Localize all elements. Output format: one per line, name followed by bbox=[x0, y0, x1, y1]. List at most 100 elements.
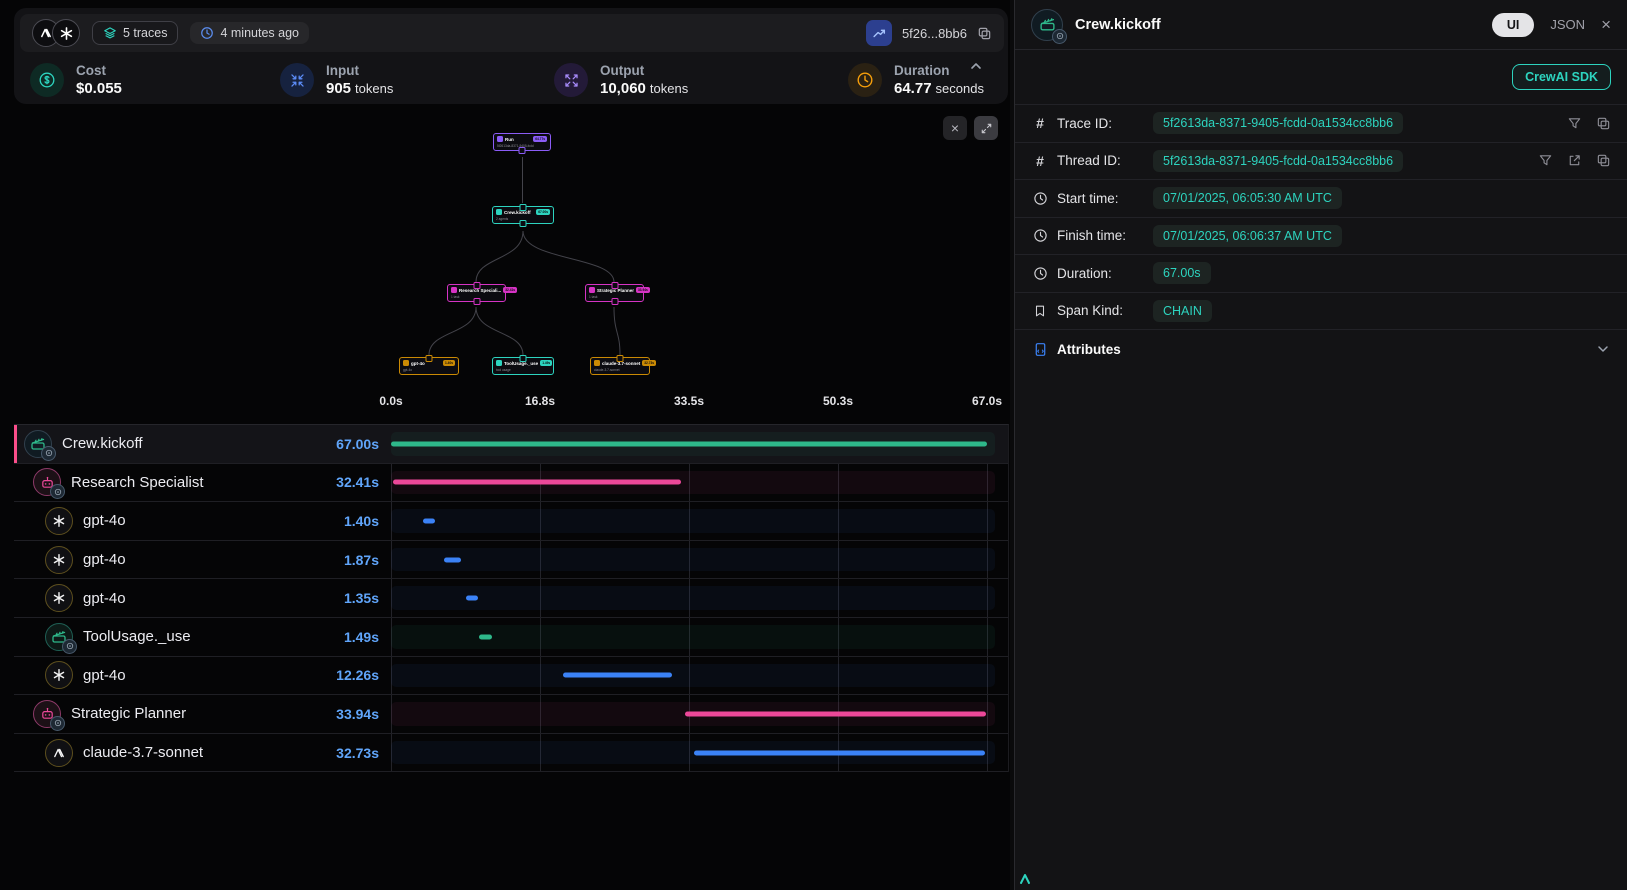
agent-node-icon bbox=[451, 287, 457, 293]
close-icon[interactable]: × bbox=[1601, 15, 1611, 35]
agent-robot-icon bbox=[33, 700, 61, 728]
graph-node-strategic-planner[interactable]: Strategic Planner33.94s 1 task bbox=[585, 284, 644, 302]
openai-icon bbox=[45, 507, 73, 535]
span-label: Research Specialist bbox=[71, 474, 204, 491]
connector-dot bbox=[426, 355, 433, 362]
field-duration: Duration: 67.00s bbox=[1015, 254, 1627, 292]
tab-ui[interactable]: UI bbox=[1492, 13, 1535, 37]
panel-title: Crew.kickoff bbox=[1075, 17, 1161, 33]
axis-tick: 16.8s bbox=[525, 394, 555, 408]
tool-icon bbox=[45, 623, 73, 651]
duration-bar bbox=[479, 634, 492, 639]
app-root: 5 traces 4 minutes ago 5f26...8bb6 bbox=[0, 0, 1627, 890]
waterfall-row-claude-sonnet[interactable]: claude-3.7-sonnet 32.73s bbox=[14, 734, 1008, 773]
clock-icon bbox=[200, 26, 214, 40]
arrows-out-icon bbox=[554, 63, 588, 97]
agentops-mini-logo bbox=[1019, 872, 1031, 886]
graph-close-button[interactable]: × bbox=[943, 116, 967, 140]
axis-tick: 33.5s bbox=[674, 394, 704, 408]
layers-icon bbox=[103, 26, 117, 40]
copy-button[interactable] bbox=[1596, 116, 1611, 131]
span-duration: 12.26s bbox=[336, 667, 379, 683]
duration-bar bbox=[444, 557, 461, 562]
copy-icon bbox=[1596, 153, 1611, 168]
agentops-badge-icon bbox=[50, 716, 65, 731]
graph-canvas: Run64.77s 5f2613da-8371-9405-fcdd Crew.k… bbox=[0, 104, 1010, 388]
waterfall-row-toolusage[interactable]: ToolUsage._use 1.49s bbox=[14, 618, 1008, 657]
trace-chart-button[interactable] bbox=[866, 20, 892, 46]
clock-icon bbox=[848, 63, 882, 97]
copy-icon bbox=[977, 26, 992, 41]
filter-button[interactable] bbox=[1538, 153, 1553, 168]
metric-label: Output bbox=[600, 62, 688, 80]
llm-node-icon bbox=[403, 360, 409, 366]
sdk-badge: CrewAI SDK bbox=[1512, 64, 1611, 90]
field-thread-id: # Thread ID: 5f2613da-8371-9405-fcdd-0a1… bbox=[1015, 142, 1627, 180]
graph-node-research-specialist[interactable]: Research Speciali...32.41s 1 task bbox=[447, 284, 506, 302]
duration-bar bbox=[391, 441, 987, 446]
waterfall-table: Crew.kickoff 67.00s Research Specialist … bbox=[14, 424, 1009, 772]
bookmark-icon bbox=[1031, 304, 1049, 318]
waterfall-row-gpt4o-3[interactable]: gpt-4o 1.35s bbox=[14, 579, 1008, 618]
connector-dot bbox=[520, 355, 527, 362]
graph-node-gpt-4o[interactable]: gpt-4o1.40s gpt-4o bbox=[399, 357, 459, 375]
waterfall-row-gpt4o-4[interactable]: gpt-4o 12.26s bbox=[14, 657, 1008, 696]
openai-icon bbox=[45, 546, 73, 574]
connector-dot bbox=[520, 204, 527, 211]
span-kind-value: CHAIN bbox=[1153, 300, 1212, 322]
openai-logo-icon bbox=[52, 19, 80, 47]
graph-expand-button[interactable] bbox=[974, 116, 998, 140]
chevron-up-icon bbox=[968, 58, 984, 74]
metric-value: $0.055 bbox=[76, 80, 122, 97]
hash-icon: # bbox=[1031, 153, 1049, 169]
graph-node-crew-kickoff[interactable]: Crew.kickoff67.00s 2 agents bbox=[492, 206, 554, 224]
metric-label: Cost bbox=[76, 62, 126, 80]
waterfall-row-gpt4o-1[interactable]: gpt-4o 1.40s bbox=[14, 502, 1008, 541]
graph-node-toolusage[interactable]: ToolUsage._use1.49s tool usage bbox=[492, 357, 554, 375]
graph-node-run[interactable]: Run64.77s 5f2613da-8371-9405-fcdd bbox=[493, 133, 551, 151]
llm-node-icon bbox=[594, 360, 600, 366]
funnel-icon bbox=[1567, 116, 1582, 131]
short-trace-id: 5f26...8bb6 bbox=[902, 26, 967, 41]
graph-node-claude-sonnet[interactable]: claude-3.7-sonnet32.73s claude-3.7-sonne… bbox=[590, 357, 650, 375]
copy-trace-id-button[interactable] bbox=[977, 26, 992, 41]
waterfall-row-gpt4o-2[interactable]: gpt-4o 1.87s bbox=[14, 541, 1008, 580]
axis-tick: 0.0s bbox=[379, 394, 402, 408]
axis-tick: 67.0s bbox=[972, 394, 1002, 408]
waterfall-row-crew-kickoff[interactable]: Crew.kickoff 67.00s bbox=[14, 425, 1008, 464]
connector-dot bbox=[611, 282, 618, 289]
trace-id-value: 5f2613da-8371-9405-fcdd-0a1534cc8bb6 bbox=[1153, 112, 1403, 134]
agent-node-icon bbox=[589, 287, 595, 293]
metric-value: 10,060 bbox=[600, 80, 646, 97]
attributes-section-toggle[interactable]: Attributes bbox=[1015, 329, 1627, 368]
metric-output: Output 10,060tokens bbox=[554, 62, 848, 98]
trace-header-bar: 5 traces 4 minutes ago 5f26...8bb6 bbox=[20, 14, 1004, 52]
copy-button[interactable] bbox=[1596, 153, 1611, 168]
tool-node-icon bbox=[496, 360, 502, 366]
trace-main: 5 traces 4 minutes ago 5f26...8bb6 bbox=[0, 0, 1010, 890]
field-trace-id: # Trace ID: 5f2613da-8371-9405-fcdd-0a15… bbox=[1015, 104, 1627, 142]
span-label: gpt-4o bbox=[83, 551, 126, 568]
connector-dot bbox=[617, 355, 624, 362]
time-axis: 0.0s 16.8s 33.5s 50.3s 67.0s bbox=[391, 392, 987, 416]
axis-tick: 50.3s bbox=[823, 394, 853, 408]
collapse-metrics-button[interactable] bbox=[968, 58, 984, 74]
open-external-button[interactable] bbox=[1567, 153, 1582, 168]
document-icon bbox=[1031, 342, 1049, 357]
metrics-row: Cost $0.055 Input 905tokens bbox=[20, 58, 1002, 102]
span-duration: 1.87s bbox=[344, 552, 379, 568]
arrows-in-icon bbox=[280, 63, 314, 97]
connector-dot bbox=[611, 298, 618, 305]
span-label: ToolUsage._use bbox=[83, 628, 191, 645]
dollar-icon bbox=[30, 63, 64, 97]
agent-robot-icon bbox=[33, 468, 61, 496]
time-ago-badge: 4 minutes ago bbox=[190, 22, 309, 44]
traces-count-badge[interactable]: 5 traces bbox=[92, 21, 178, 45]
tab-json[interactable]: JSON bbox=[1550, 17, 1585, 32]
waterfall-row-research-specialist[interactable]: Research Specialist 32.41s bbox=[14, 464, 1008, 503]
agentops-badge-icon bbox=[1052, 29, 1067, 44]
waterfall-row-strategic-planner[interactable]: Strategic Planner 33.94s bbox=[14, 695, 1008, 734]
agentops-badge-icon bbox=[62, 639, 77, 654]
duration-bar bbox=[393, 480, 681, 485]
filter-button[interactable] bbox=[1567, 116, 1582, 131]
